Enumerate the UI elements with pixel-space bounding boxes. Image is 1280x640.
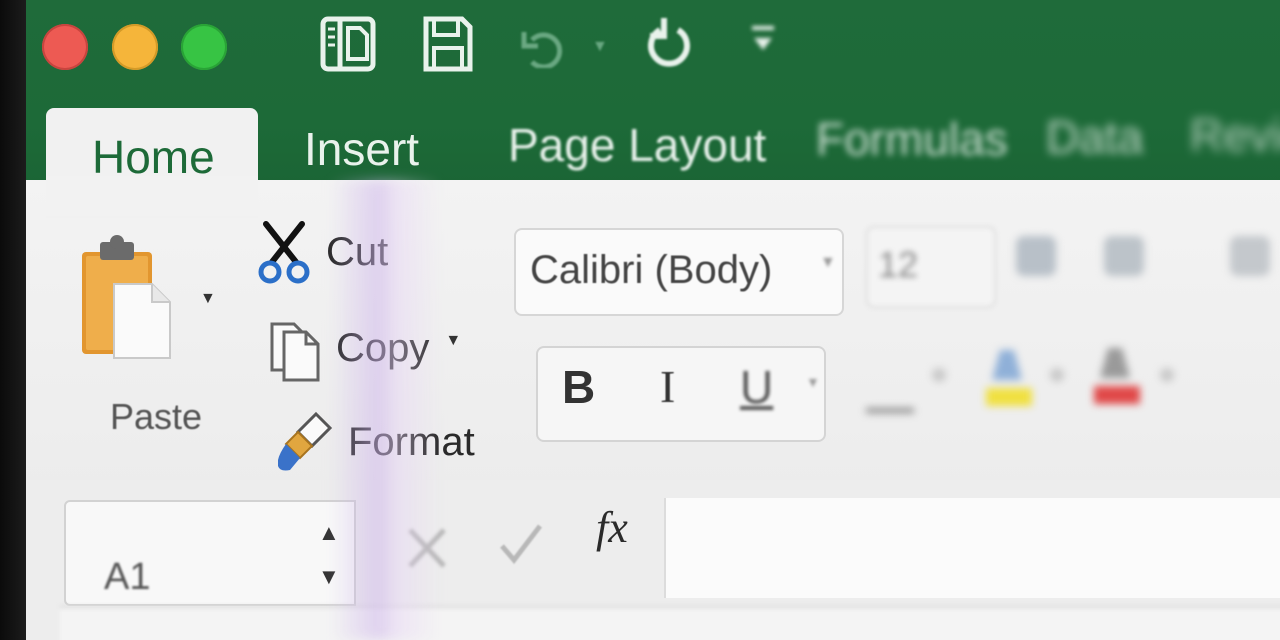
maximize-window-button[interactable]	[181, 24, 227, 70]
close-window-button[interactable]	[42, 24, 88, 70]
fill-color-icon[interactable]	[984, 342, 1034, 412]
format-label: Format	[348, 419, 475, 464]
underline-button[interactable]: U	[740, 360, 773, 414]
name-box-value: A1	[104, 556, 151, 598]
enter-formula-icon[interactable]	[498, 520, 544, 566]
undo-icon[interactable]	[520, 28, 572, 68]
screen-bezel	[0, 0, 26, 640]
ribbon-overflow-icon[interactable]	[1230, 236, 1270, 276]
cut-label: Cut	[326, 229, 389, 274]
column-header-row	[60, 606, 1280, 640]
borders-icon[interactable]	[866, 372, 914, 413]
borders-dropdown-icon[interactable]	[932, 368, 946, 382]
font-color-dropdown-icon[interactable]	[1160, 368, 1174, 382]
format-painter-button[interactable]: Format	[278, 410, 475, 474]
save-icon[interactable]	[423, 16, 473, 72]
copy-dropdown-icon[interactable]: ▼	[445, 332, 461, 350]
fill-color-dropdown-icon[interactable]	[1050, 368, 1064, 382]
name-box-up-icon[interactable]: ▲	[318, 520, 340, 546]
paintbrush-icon	[278, 411, 333, 471]
tab-insert[interactable]: Insert	[304, 122, 419, 176]
customize-toolbar-icon[interactable]	[748, 20, 778, 60]
minimize-window-button[interactable]	[112, 24, 158, 70]
cancel-formula-icon[interactable]	[404, 524, 450, 572]
font-color-icon[interactable]	[1092, 340, 1142, 410]
copy-label: Copy	[336, 325, 430, 370]
formula-input[interactable]	[664, 498, 1280, 598]
underline-dropdown-icon[interactable]: ▼	[806, 374, 820, 390]
decrease-font-size-icon[interactable]	[1104, 236, 1144, 276]
font-name-value: Calibri (Body)	[530, 248, 773, 292]
tab-data[interactable]: Data	[1046, 110, 1143, 164]
paste-label[interactable]: Paste	[110, 396, 202, 438]
copy-button[interactable]: Copy ▼	[268, 314, 461, 382]
font-size-value: 12	[878, 244, 919, 285]
tab-formulas[interactable]: Formulas	[816, 112, 1008, 166]
redo-icon[interactable]	[646, 14, 692, 74]
active-tab-connector	[46, 176, 258, 216]
increase-font-size-icon[interactable]	[1016, 236, 1056, 276]
insert-function-button[interactable]: fx	[596, 502, 628, 553]
tab-review[interactable]: Review	[1190, 108, 1280, 162]
paste-clipboard-icon[interactable]	[78, 232, 178, 362]
scissors-icon	[258, 221, 310, 284]
sidebar-icon[interactable]	[320, 16, 376, 72]
undo-dropdown-icon[interactable]: ▼	[592, 38, 608, 56]
italic-button[interactable]: I	[660, 360, 675, 413]
font-name-dropdown-icon[interactable]: ▼	[820, 254, 836, 272]
copy-icon	[270, 322, 320, 382]
excel-window: ▼ Home Insert Page Layout Formulas Data …	[0, 0, 1280, 640]
bold-button[interactable]: B	[562, 360, 595, 414]
name-box-down-icon[interactable]: ▼	[318, 564, 340, 590]
tab-page-layout[interactable]: Page Layout	[508, 118, 766, 172]
paste-dropdown-icon[interactable]: ▼	[200, 290, 216, 308]
cut-button[interactable]: Cut	[258, 220, 388, 284]
